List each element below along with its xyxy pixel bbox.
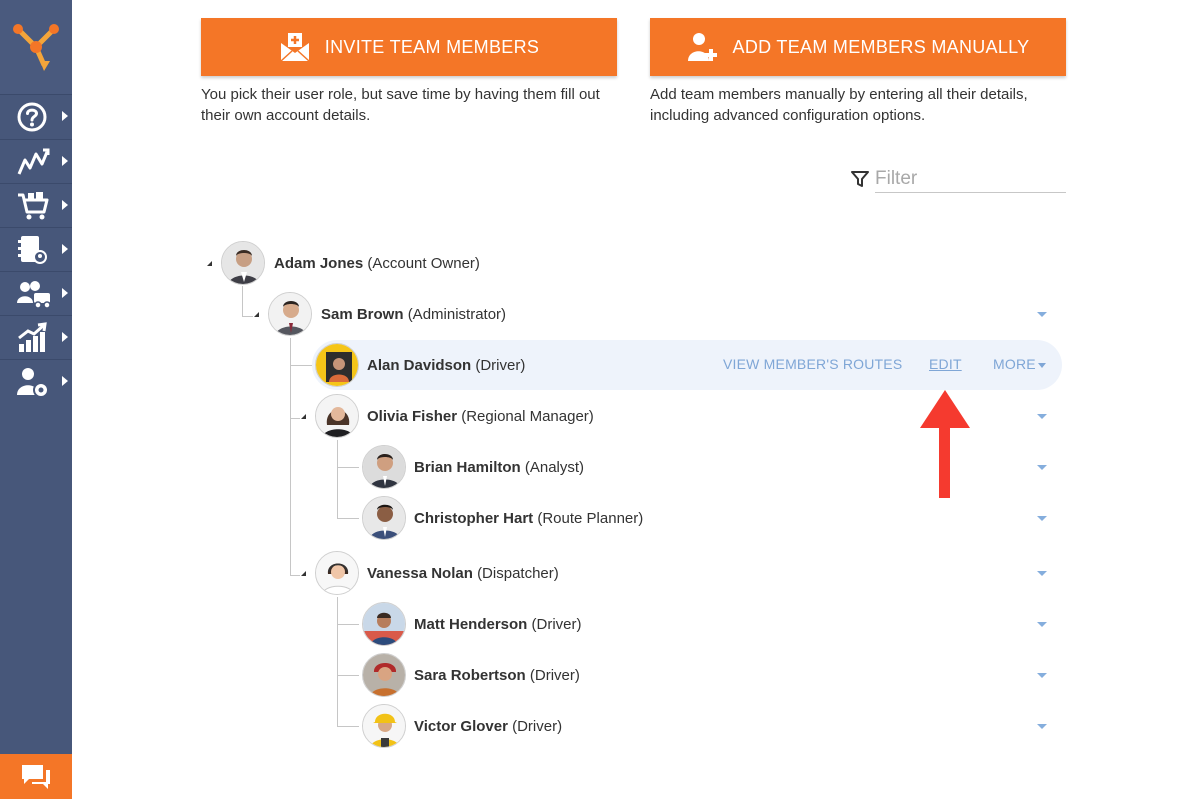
tree-connector [290,365,312,366]
tree-connector [290,338,291,576]
tree-connector [337,597,338,727]
tree-connector [337,467,359,468]
sidebar-item-addresses[interactable] [0,227,72,271]
sidebar-item-orders[interactable] [0,183,72,227]
help-icon [17,102,47,131]
collapse-toggle-icon[interactable] [301,414,306,419]
tree-connector [242,286,243,316]
member-name[interactable]: Matt Henderson (Driver) [414,616,582,633]
app-logo[interactable] [0,0,72,94]
chevron-down-icon [1038,363,1046,368]
row-menu-caret-icon[interactable] [1037,673,1047,678]
analytics-icon [18,321,47,352]
row-menu-caret-icon[interactable] [1037,571,1047,576]
row-menu-caret-icon[interactable] [1037,724,1047,729]
avatar [315,343,359,387]
more-menu-link[interactable]: MORE [993,356,1036,372]
filter-icon [851,171,869,187]
invite-team-members-label: INVITE TEAM MEMBERS [324,36,540,57]
avatar [315,394,359,438]
row-menu-caret-icon[interactable] [1037,516,1047,521]
avatar [221,241,265,285]
team-vehicles-icon [17,280,51,309]
avatar [315,551,359,595]
avatar [268,292,312,336]
tree-connector [337,440,338,519]
chevron-right-icon [62,156,68,166]
sidebar-item-help[interactable] [0,94,72,138]
avatar [362,653,406,697]
member-name[interactable]: Brian Hamilton (Analyst) [414,459,584,476]
collapse-toggle-icon[interactable] [207,261,212,266]
chevron-right-icon [62,376,68,386]
sidebar-item-analytics[interactable] [0,315,72,359]
member-name[interactable]: Adam Jones (Account Owner) [274,255,480,272]
add-team-members-manually-label: ADD TEAM MEMBERS MANUALLY [732,36,1030,57]
tree-connector [337,518,359,519]
chevron-right-icon [62,288,68,298]
avatar [362,496,406,540]
member-name[interactable]: Vanessa Nolan (Dispatcher) [367,565,559,582]
chevron-right-icon [62,200,68,210]
chat-button[interactable] [0,754,72,799]
annotation-arrow-head [920,390,970,428]
avatar [362,445,406,489]
sidebar-item-user-settings[interactable] [0,359,72,403]
row-menu-caret-icon[interactable] [1037,414,1047,419]
row-menu-caret-icon[interactable] [1037,312,1047,317]
add-team-members-manually-button[interactable]: ADD TEAM MEMBERS MANUALLY [650,18,1066,76]
sidebar-item-team[interactable] [0,271,72,315]
collapse-toggle-icon[interactable] [301,571,306,576]
routing-logo-icon [13,24,59,71]
member-name[interactable]: Victor Glover (Driver) [414,718,562,735]
invite-description: You pick their user role, but save time … [201,86,600,124]
user-settings-icon [17,367,49,398]
tree-connector [337,624,359,625]
tree-connector [337,675,359,676]
avatar [362,704,406,748]
add-manually-description: Add team members manually by entering al… [650,86,1028,124]
chevron-right-icon [62,332,68,342]
chevron-right-icon [62,111,68,121]
address-book-icon [18,235,47,264]
sidebar [0,0,72,799]
annotation-arrow-shaft [939,426,950,498]
member-name[interactable]: Sara Robertson (Driver) [414,667,580,684]
orders-cart-icon [18,191,49,219]
chevron-right-icon [62,244,68,254]
tree-connector [242,316,253,317]
avatar [362,602,406,646]
invite-team-members-button[interactable]: INVITE TEAM MEMBERS [201,18,617,76]
member-name[interactable]: Christopher Hart (Route Planner) [414,510,643,527]
add-user-icon [687,33,717,61]
row-menu-caret-icon[interactable] [1037,622,1047,627]
tree-connector [337,726,359,727]
filter-input[interactable] [875,165,1066,193]
row-menu-caret-icon[interactable] [1037,465,1047,470]
routes-icon [17,148,50,175]
collapse-toggle-icon[interactable] [254,312,259,317]
edit-member-link[interactable]: EDIT [929,356,962,372]
chat-icon [22,764,50,789]
tree-connector [290,418,300,419]
sidebar-item-routes[interactable] [0,139,72,183]
member-name[interactable]: Alan Davidson (Driver) [367,357,525,374]
invite-envelope-icon [280,33,310,62]
member-name[interactable]: Sam Brown (Administrator) [321,306,506,323]
tree-connector [290,575,300,576]
member-name[interactable]: Olivia Fisher (Regional Manager) [367,408,594,425]
view-member-routes-link[interactable]: VIEW MEMBER'S ROUTES [723,356,902,372]
